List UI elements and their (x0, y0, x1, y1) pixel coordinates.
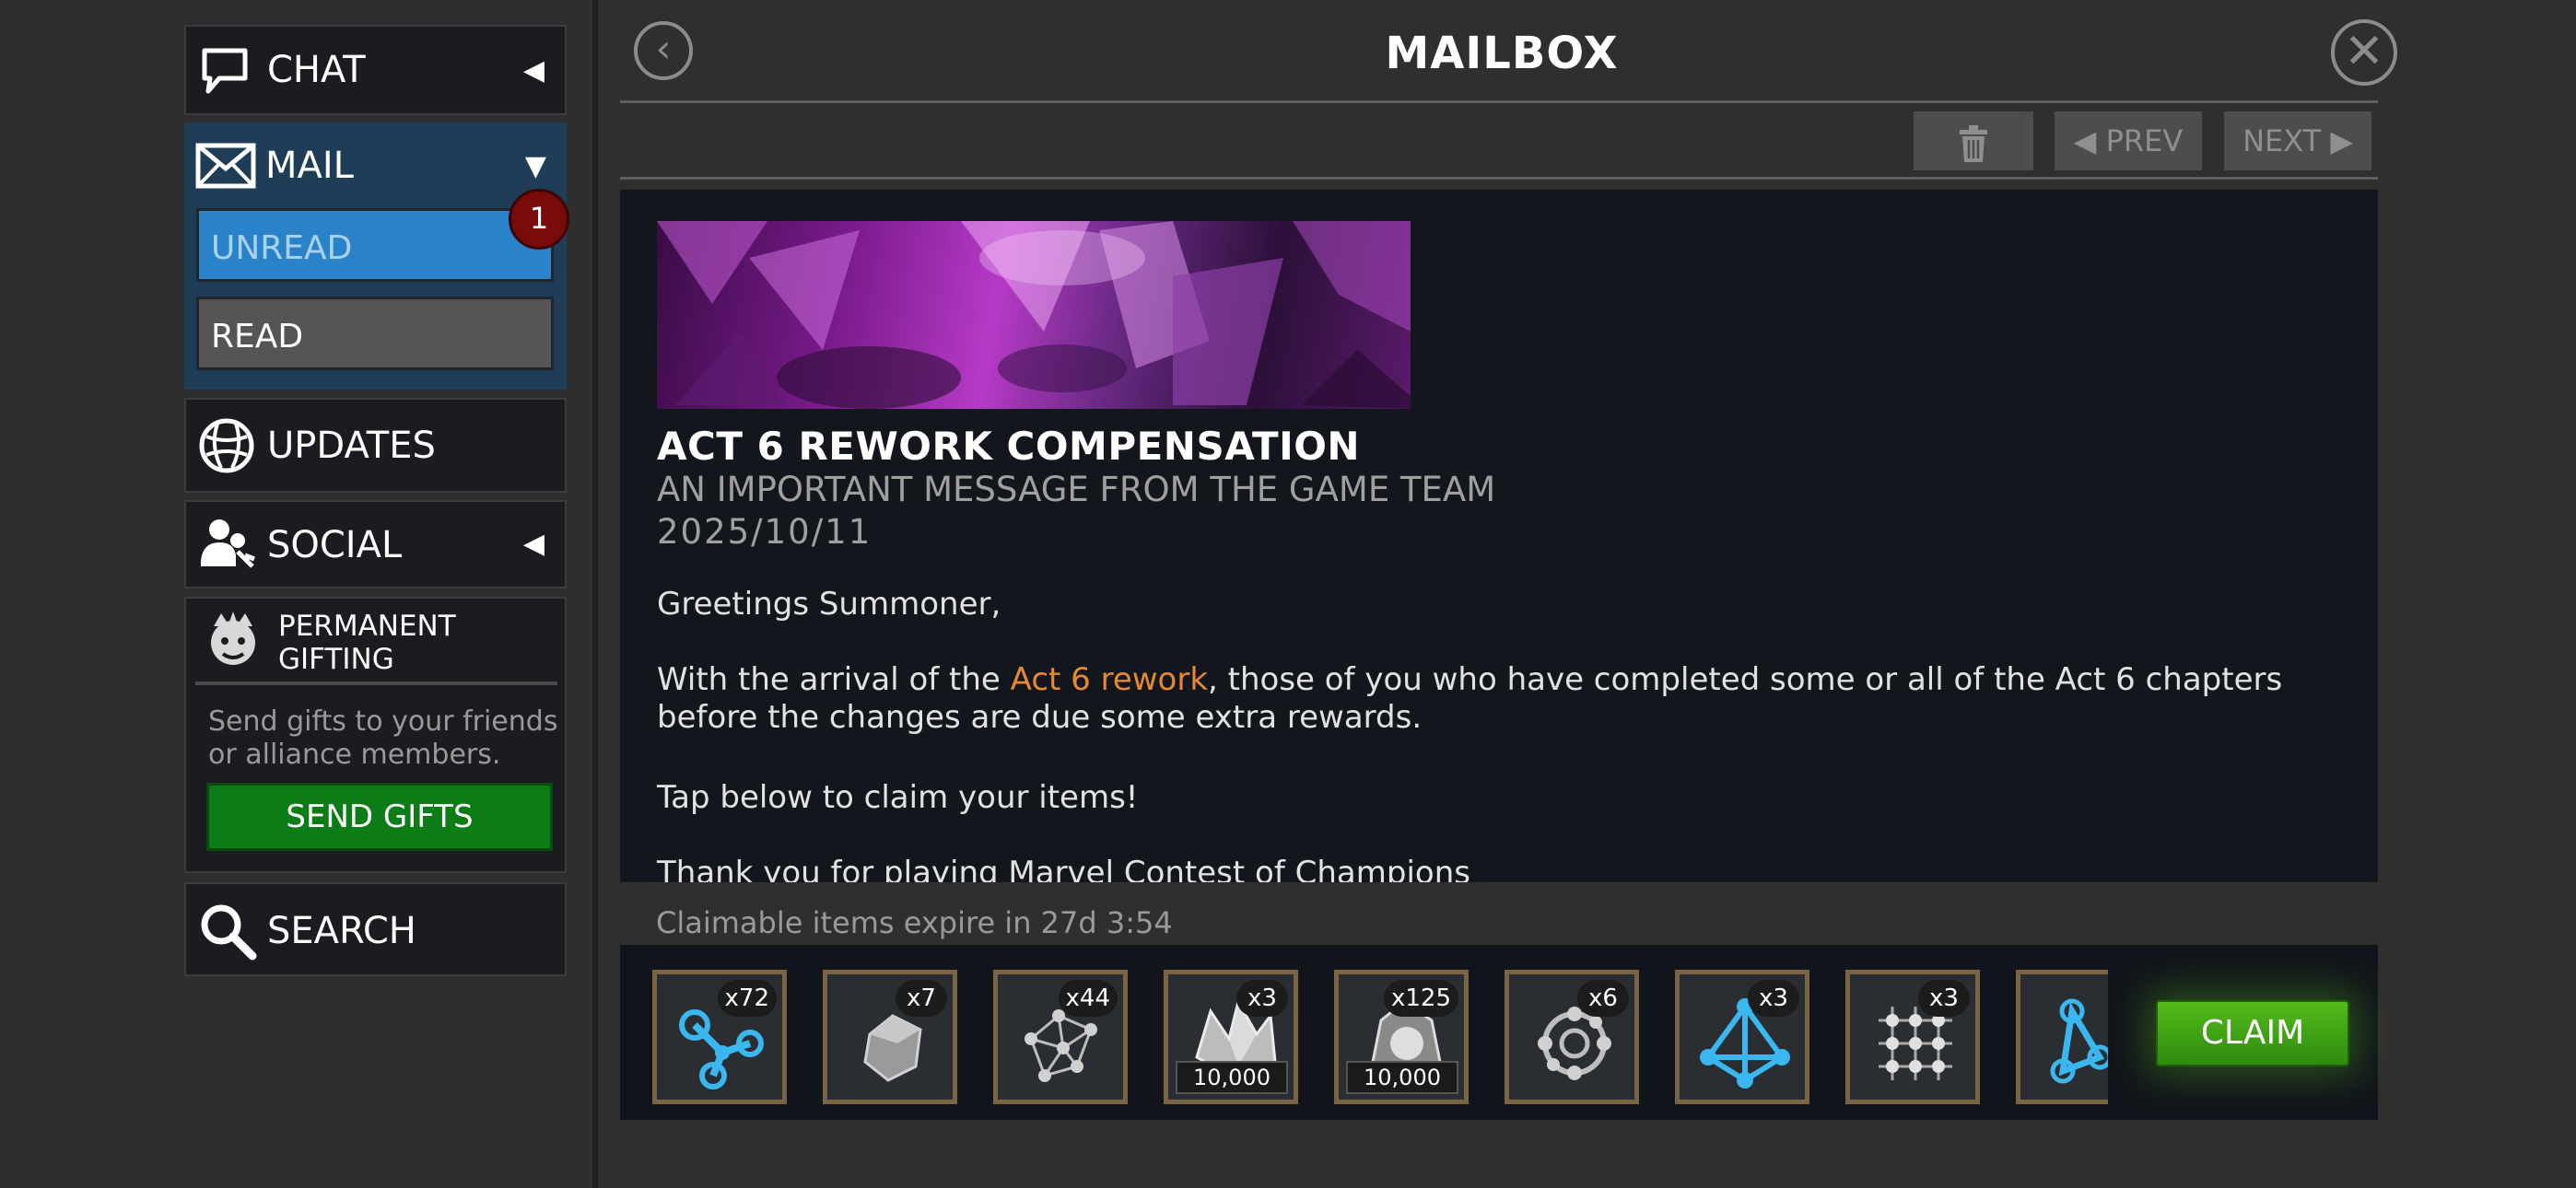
message-greeting: Greetings Summoner, (657, 586, 1001, 623)
expire-notice: Claimable items expire in 27d 3:54 (656, 905, 1173, 940)
panel-divider (592, 0, 598, 1188)
unread-count-badge: 1 (509, 189, 569, 250)
message-banner-image (657, 221, 1411, 409)
reward-item[interactable]: x44 (993, 970, 1128, 1104)
tab-unread[interactable]: UNREAD (196, 208, 554, 282)
reward-item[interactable] (2016, 970, 2108, 1104)
message-title: ACT 6 REWORK COMPENSATION (657, 424, 1361, 469)
message-subtitle: AN IMPORTANT MESSAGE FROM THE GAME TEAM (657, 470, 1496, 509)
search-icon (197, 901, 258, 965)
sidebar-item-label: SEARCH (267, 910, 416, 952)
item-quantity: x7 (896, 980, 947, 1017)
sidebar-item-search[interactable]: SEARCH (184, 882, 567, 976)
item-quantity: x44 (1058, 980, 1118, 1017)
envelope-icon (195, 143, 256, 192)
reward-item[interactable]: x125 10,000 (1334, 970, 1469, 1104)
chat-bubble-icon (197, 43, 252, 102)
sidebar-item-label: MAIL (265, 145, 354, 187)
sidebar-item-social[interactable]: SOCIAL ◀ (184, 500, 567, 588)
blue-catalyst-icon (2050, 998, 2108, 1084)
claim-button[interactable]: CLAIM (2156, 1000, 2349, 1066)
trash-icon (1958, 122, 1989, 181)
item-quantity: x3 (1748, 980, 1799, 1017)
sidebar-item-mail[interactable]: MAIL ▼ UNREAD 1 READ (184, 122, 569, 390)
gifting-description: Send gifts to your friends or alliance m… (208, 705, 558, 771)
item-value: 10,000 (1176, 1061, 1288, 1094)
close-button[interactable]: ✕ (2331, 19, 2397, 86)
tab-label: READ (211, 318, 304, 355)
divider (195, 681, 557, 685)
friends-icon (197, 515, 258, 579)
item-quantity: x125 (1383, 980, 1458, 1017)
page-title: MAILBOX (1385, 28, 1619, 79)
item-quantity: x72 (717, 980, 777, 1017)
sidebar-item-label: CHAT (267, 49, 366, 91)
delete-button[interactable] (1914, 111, 2033, 170)
next-button[interactable]: NEXT ▶ (2224, 111, 2371, 170)
prev-button[interactable]: ◀ PREV (2055, 111, 2202, 170)
reward-item[interactable]: x3 10,000 (1164, 970, 1298, 1104)
chevron-left-icon: ◀ (522, 528, 544, 560)
message-date: 2025/10/11 (657, 512, 872, 552)
sidebar-item-label: SOCIAL (267, 524, 403, 566)
message-content[interactable]: ACT 6 REWORK COMPENSATION AN IMPORTANT M… (620, 190, 2378, 882)
permanent-gifting-panel: PERMANENT GIFTING Send gifts to your fri… (184, 597, 567, 873)
sidebar-item-chat[interactable]: CHAT ◀ (184, 25, 567, 115)
item-quantity: x3 (1236, 980, 1288, 1017)
chevron-down-icon: ▼ (524, 150, 546, 182)
reward-item[interactable]: x3 (1675, 970, 1809, 1104)
item-quantity: x6 (1577, 980, 1629, 1017)
paragraph-text: With the arrival of the (657, 661, 1011, 698)
reward-item[interactable]: x7 (823, 970, 957, 1104)
item-value: 10,000 (1346, 1061, 1458, 1094)
close-icon: ✕ (2344, 24, 2384, 79)
message-paragraph: Thank you for playing Marvel Contest of … (657, 855, 1470, 882)
globe-icon (197, 416, 256, 479)
divider (620, 100, 2378, 103)
send-gifts-button[interactable]: SEND GIFTS (206, 783, 553, 851)
rewards-strip: x72 x7 x44 x3 10,000 x125 10,000 x6 x3 x… (620, 945, 2378, 1120)
gifting-title: PERMANENT GIFTING (278, 610, 456, 676)
tab-label: UNREAD (211, 229, 353, 267)
reward-item[interactable]: x72 (652, 970, 787, 1104)
message-paragraph: Tap below to claim your items! (657, 779, 1139, 816)
chevron-left-icon: ◀ (522, 54, 544, 87)
act6-rework-link: Act 6 rework (1010, 661, 1209, 698)
sidebar-item-label: UPDATES (267, 425, 436, 467)
back-button[interactable]: ‹ (634, 21, 693, 80)
divider (620, 177, 2378, 180)
gift-character-icon (203, 608, 263, 676)
reward-item[interactable]: x6 (1505, 970, 1639, 1104)
toolbar-separator (2020, 112, 2023, 169)
message-paragraph: With the arrival of the Act 6 rework, th… (657, 661, 2352, 737)
chevron-left-icon: ‹ (655, 26, 672, 71)
reward-item[interactable]: x3 (1845, 970, 1980, 1104)
item-quantity: x3 (1918, 980, 1970, 1017)
tab-read[interactable]: READ (196, 297, 554, 370)
sidebar-item-updates[interactable]: UPDATES (184, 398, 567, 493)
